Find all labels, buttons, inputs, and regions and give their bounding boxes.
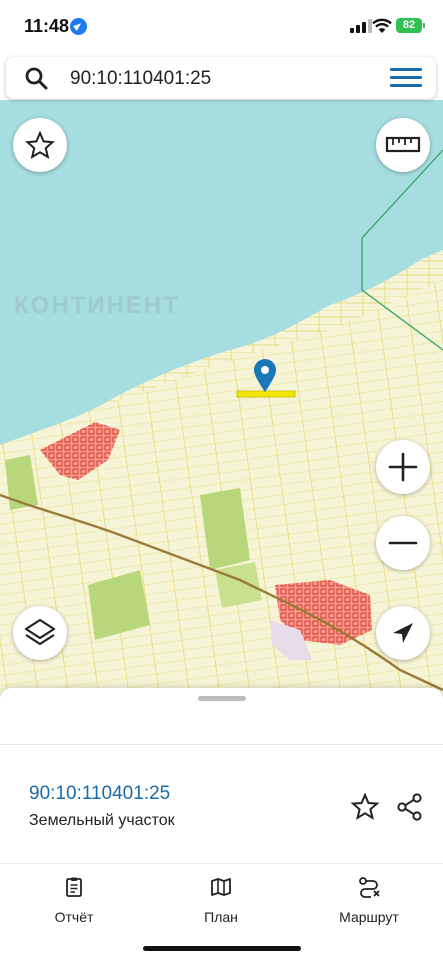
- tab-report-label: Отчёт: [54, 909, 94, 925]
- favorite-button[interactable]: [13, 118, 67, 172]
- parcel-cadastral-number[interactable]: 90:10:110401:25: [29, 783, 170, 805]
- zoom-in-icon: [388, 452, 418, 482]
- route-icon: [359, 877, 380, 898]
- map-view[interactable]: КОНТИНЕНТ: [0, 100, 443, 700]
- zoom-out-icon: [388, 541, 418, 545]
- layers-icon: [24, 618, 56, 646]
- tab-route-label: Маршрут: [339, 909, 399, 925]
- tab-plan[interactable]: План: [166, 876, 276, 925]
- parcel-type-label: Земельный участок: [29, 812, 175, 829]
- divider: [0, 744, 443, 745]
- share-icon[interactable]: [395, 792, 425, 822]
- drag-handle[interactable]: [198, 696, 246, 701]
- menu-icon[interactable]: [390, 68, 422, 88]
- location-arrow-status-icon: [70, 18, 87, 35]
- star-icon[interactable]: [350, 792, 380, 822]
- status-time: 11:48: [24, 16, 70, 36]
- search-icon[interactable]: [24, 66, 48, 90]
- location-arrow-icon: [393, 623, 413, 643]
- my-location-button[interactable]: [376, 606, 430, 660]
- watermark-text: КОНТИНЕНТ: [14, 292, 180, 319]
- ruler-icon: [385, 136, 421, 153]
- tab-plan-label: План: [204, 909, 238, 925]
- signal-icon: [350, 19, 372, 33]
- zoom-in-button[interactable]: [376, 440, 430, 494]
- star-icon: [25, 130, 55, 159]
- home-indicator[interactable]: [143, 946, 301, 951]
- search-bar: [6, 57, 436, 99]
- clipboard-icon: [66, 877, 82, 897]
- status-bar: 11:48 82: [0, 0, 443, 52]
- search-input[interactable]: [68, 67, 372, 91]
- tab-route[interactable]: Маршрут: [314, 876, 424, 925]
- map-icon: [211, 878, 231, 896]
- wifi-icon: [372, 18, 392, 33]
- parcel-card[interactable]: 90:10:110401:25 Земельный участок: [0, 688, 443, 863]
- ruler-button[interactable]: [376, 118, 430, 172]
- tab-report[interactable]: Отчёт: [19, 876, 129, 925]
- battery-indicator: 82: [396, 18, 425, 33]
- layers-button[interactable]: [13, 606, 67, 660]
- zoom-out-button[interactable]: [376, 516, 430, 570]
